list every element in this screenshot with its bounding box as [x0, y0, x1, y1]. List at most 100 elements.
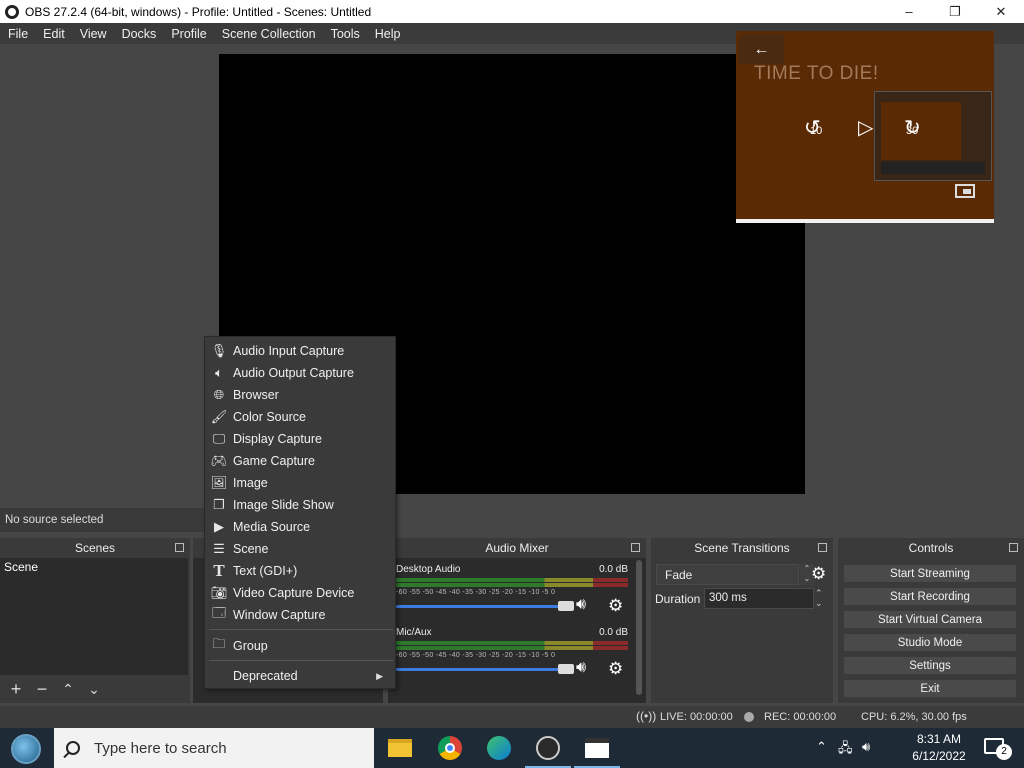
menu-item-color-source[interactable]: 🖌︎ Color Source	[205, 406, 395, 428]
volume-meter	[396, 583, 628, 587]
duration-stepper[interactable]: ⌃ ⌄	[815, 588, 823, 608]
live-broadcast-icon: ((•))	[636, 709, 657, 723]
speaker-icon[interactable]: 🔊︎	[576, 659, 586, 677]
transition-select[interactable]: Fade	[656, 564, 799, 585]
list-item[interactable]: Scene	[0, 558, 188, 576]
remove-icon[interactable]: −	[32, 679, 52, 700]
volume-slider[interactable]	[396, 664, 574, 674]
menu-item-group[interactable]: 🗀︎ Group	[205, 635, 395, 657]
minimize-button[interactable]: –	[886, 0, 932, 23]
undock-icon[interactable]	[631, 543, 640, 552]
menu-edit[interactable]: Edit	[35, 27, 72, 41]
gear-icon[interactable]: ⚙	[811, 564, 826, 584]
move-down-icon[interactable]: ⌄	[84, 681, 104, 698]
forward-30-icon[interactable]: ↻ 30	[904, 115, 921, 140]
menu-item-image[interactable]: 🖼︎ Image	[205, 472, 395, 494]
show-hidden-icons-icon[interactable]: ⌃	[816, 739, 827, 755]
speaker-icon[interactable]: 🔊︎	[576, 596, 586, 614]
play-icon: ▶	[214, 519, 224, 534]
rewind-label: 10	[810, 125, 823, 137]
start-recording-button[interactable]: Start Recording	[843, 587, 1017, 606]
add-icon[interactable]: +	[6, 679, 26, 700]
obs-taskbar-icon[interactable]	[525, 734, 571, 768]
menu-item-window-capture[interactable]: 🗔︎ Window Capture	[205, 604, 395, 626]
scenes-dock-title: Scenes	[0, 538, 190, 558]
rec-timer: REC: 00:00:00	[764, 711, 837, 723]
network-icon[interactable]: 🖧︎	[838, 739, 853, 761]
volume-icon[interactable]: 🔊︎	[862, 739, 870, 755]
menu-item-label: Game Capture	[233, 454, 315, 468]
live-timer: LIVE: 00:00:00	[660, 711, 733, 723]
pip-thumbnail	[874, 91, 992, 181]
controls-dock: Controls Start Streaming Start Recording…	[838, 538, 1024, 703]
menu-item-display-capture[interactable]: 🖵︎ Display Capture	[205, 428, 395, 450]
menu-item-label: Audio Output Capture	[233, 366, 354, 380]
pip-toggle-icon[interactable]	[955, 184, 975, 198]
add-source-menu: 🎙︎ Audio Input Capture 🔈︎ Audio Output C…	[204, 336, 396, 689]
exit-button[interactable]: Exit	[843, 679, 1017, 698]
menu-tools[interactable]: Tools	[323, 27, 367, 41]
move-up-icon[interactable]: ⌃	[58, 681, 78, 698]
menu-docks[interactable]: Docks	[114, 27, 164, 41]
menu-profile[interactable]: Profile	[163, 27, 213, 41]
menu-item-game-capture[interactable]: 🎮︎ Game Capture	[205, 450, 395, 472]
taskbar-clock[interactable]: 8:31 AM 6/12/2022	[905, 731, 973, 765]
notification-icon[interactable]: 2	[984, 738, 1012, 760]
close-button[interactable]: ✕	[978, 0, 1024, 23]
clock-date: 6/12/2022	[912, 749, 966, 763]
clapperboard-icon[interactable]	[574, 734, 620, 768]
menu-item-text-gdi[interactable]: T Text (GDI+)	[205, 560, 395, 582]
chrome-icon[interactable]	[436, 734, 464, 762]
start-streaming-button[interactable]: Start Streaming	[843, 564, 1017, 583]
duration-input[interactable]: 300 ms	[704, 588, 814, 609]
studio-mode-button[interactable]: Studio Mode	[843, 633, 1017, 652]
start-virtual-camera-button[interactable]: Start Virtual Camera	[843, 610, 1017, 629]
play-icon[interactable]: ▷	[858, 115, 873, 140]
microphone-icon: 🎙︎	[210, 343, 228, 358]
gear-icon[interactable]: ⚙	[608, 659, 623, 679]
menu-help[interactable]: Help	[367, 27, 408, 41]
menu-separator	[209, 629, 393, 630]
menu-item-audio-input-capture[interactable]: 🎙︎ Audio Input Capture	[205, 340, 395, 362]
menu-item-scene[interactable]: ☰ Scene	[205, 538, 395, 560]
meter-ticks: -60 -55 -50 -45 -40 -35 -30 -25 -20 -15 …	[396, 652, 556, 659]
globe-icon: 🌐︎	[213, 387, 225, 402]
start-button[interactable]	[7, 731, 45, 766]
menu-item-image-slide-show[interactable]: ❐ Image Slide Show	[205, 494, 395, 516]
menu-item-label: Media Source	[233, 520, 311, 534]
volume-meter	[396, 641, 628, 645]
meter-ticks: -60 -55 -50 -45 -40 -35 -30 -25 -20 -15 …	[396, 589, 556, 596]
menu-item-audio-output-capture[interactable]: 🔈︎ Audio Output Capture	[205, 362, 395, 384]
back-arrow-icon[interactable]: ←	[739, 35, 784, 64]
obs-logo-icon	[5, 4, 19, 19]
file-explorer-icon[interactable]	[386, 734, 414, 762]
slider-handle[interactable]	[558, 664, 574, 674]
menu-file[interactable]: File	[0, 27, 35, 41]
undock-icon[interactable]	[1009, 543, 1018, 552]
menu-separator	[209, 660, 393, 661]
edge-icon[interactable]	[485, 734, 513, 762]
pip-video-window[interactable]: ← TIME TO DIE! ↺ 10 ▷ ↻ 30	[736, 31, 994, 223]
menu-item-browser[interactable]: 🌐︎ Browser	[205, 384, 395, 406]
window-controls: – ❐ ✕	[886, 0, 1024, 23]
taskbar-search[interactable]: Type here to search	[54, 728, 374, 768]
settings-button[interactable]: Settings	[843, 656, 1017, 675]
search-icon	[66, 741, 80, 755]
gear-icon[interactable]: ⚙	[608, 596, 623, 616]
menu-item-media-source[interactable]: ▶ Media Source	[205, 516, 395, 538]
menu-item-video-capture-device[interactable]: 📷︎ Video Capture Device	[205, 582, 395, 604]
controls-dock-title: Controls	[838, 538, 1024, 558]
folder-icon: 🗀︎	[212, 636, 226, 651]
menu-scene-collection[interactable]: Scene Collection	[214, 27, 323, 41]
volume-slider[interactable]	[396, 601, 574, 611]
menu-view[interactable]: View	[72, 27, 114, 41]
undock-icon[interactable]	[818, 543, 827, 552]
slider-handle[interactable]	[558, 601, 574, 611]
rewind-10-icon[interactable]: ↺ 10	[804, 115, 823, 140]
undock-icon[interactable]	[175, 543, 184, 552]
monitor-icon: 🖵︎	[212, 431, 226, 446]
menu-item-deprecated[interactable]: Deprecated ▶	[205, 665, 395, 687]
mixer-scrollbar[interactable]	[636, 560, 642, 695]
maximize-button[interactable]: ❐	[932, 0, 978, 23]
menu-item-label: Color Source	[233, 410, 306, 424]
